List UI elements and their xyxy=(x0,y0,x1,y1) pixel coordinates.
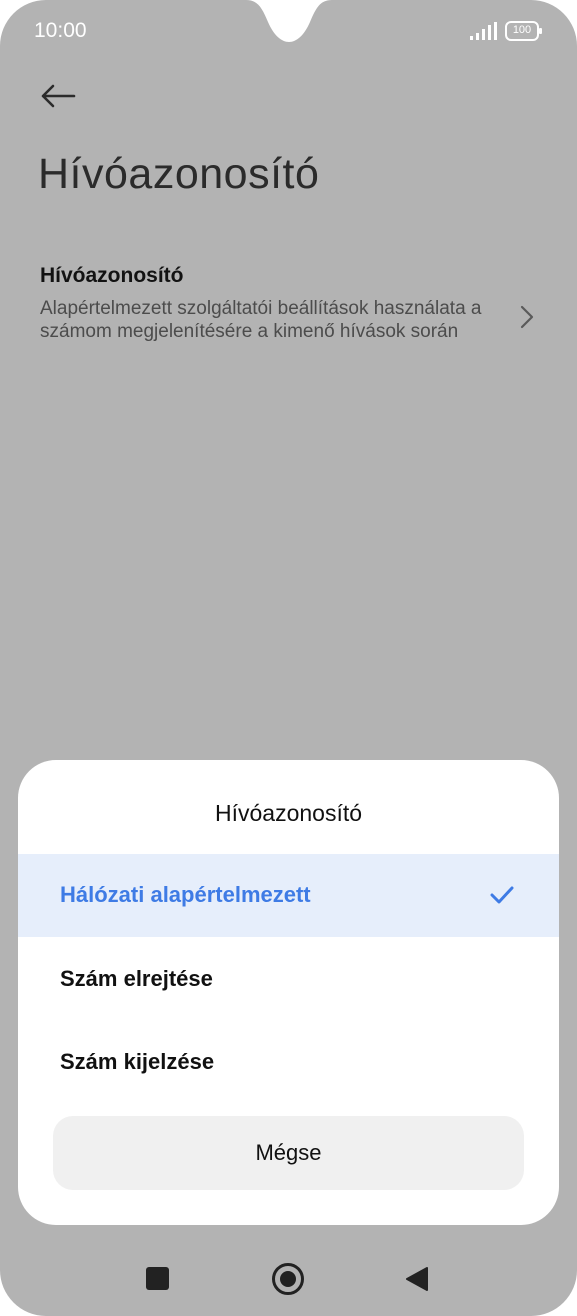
back-icon[interactable] xyxy=(405,1266,429,1292)
setting-title: Hívóazonosító xyxy=(40,264,184,287)
phone-screen: 10:00 100 Hívóazonosító Hívóazonosító Al… xyxy=(0,0,577,1316)
page-title: Hívóazonosító xyxy=(38,150,320,198)
signal-icon xyxy=(470,22,497,40)
option-label: Szám kijelzése xyxy=(60,1049,215,1074)
option-hide-number[interactable]: Szám elrejtése xyxy=(18,938,559,1021)
setting-summary: Alapértelmezett szolgáltatói beállítások… xyxy=(40,298,482,342)
recent-apps-icon[interactable] xyxy=(146,1267,169,1290)
caller-id-dialog: Hívóazonosító Hálózati alapértelmezett S… xyxy=(18,760,559,1225)
cancel-button[interactable]: Mégse xyxy=(53,1116,524,1190)
cancel-label: Mégse xyxy=(255,1140,322,1165)
back-button[interactable] xyxy=(30,72,86,120)
option-label: Hálózati alapértelmezett xyxy=(60,882,311,907)
check-icon xyxy=(490,886,514,904)
option-network-default[interactable]: Hálózati alapértelmezett xyxy=(18,854,559,937)
camera-notch xyxy=(246,0,332,42)
status-time: 10:00 xyxy=(34,19,87,42)
battery-level: 100 xyxy=(512,24,532,36)
back-arrow-icon xyxy=(41,84,76,108)
option-show-number[interactable]: Szám kijelzése xyxy=(18,1021,559,1104)
caller-id-setting-row[interactable]: Hívóazonosító Alapértelmezett szolgáltat… xyxy=(0,250,577,380)
option-label: Szám elrejtése xyxy=(60,966,213,991)
home-icon[interactable] xyxy=(271,1262,305,1296)
dialog-title: Hívóazonosító xyxy=(214,800,363,826)
chevron-right-icon xyxy=(520,305,534,329)
